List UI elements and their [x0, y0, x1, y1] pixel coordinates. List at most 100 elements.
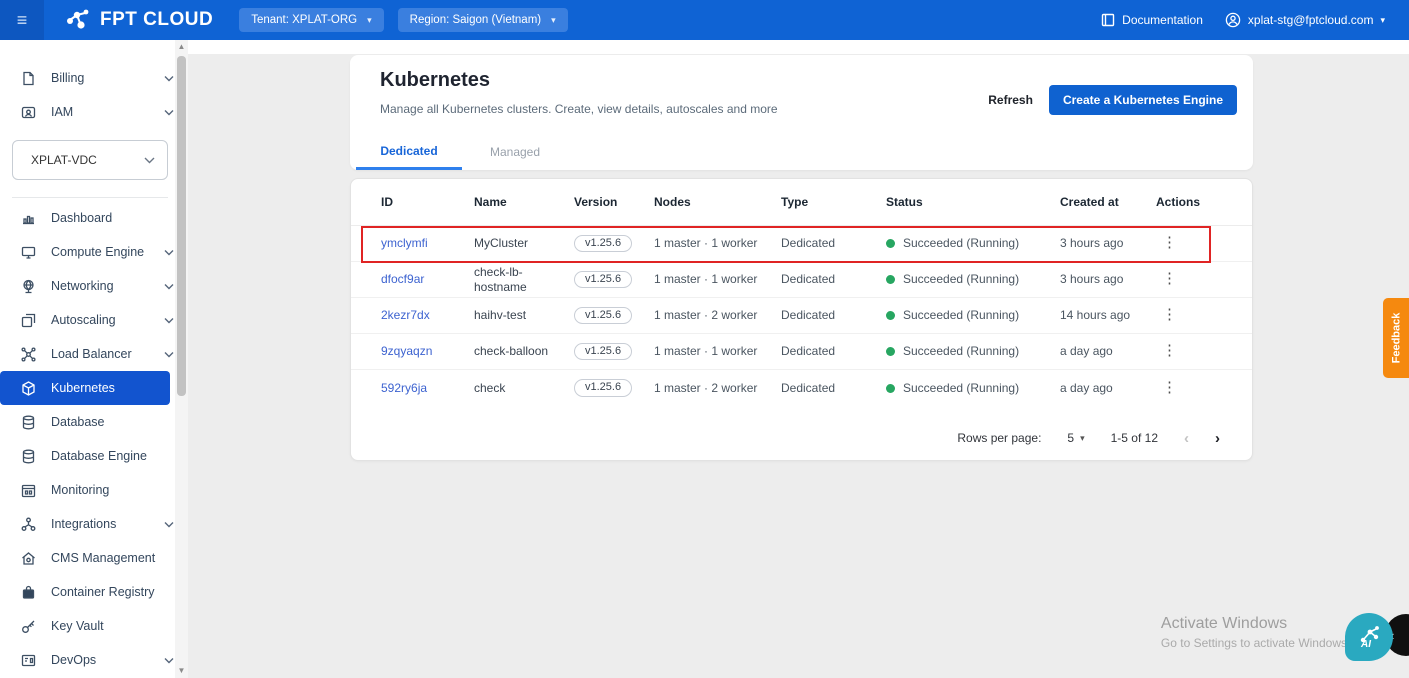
sidebar-item-label: DevOps — [51, 653, 97, 667]
sidebar-item-monitoring[interactable]: Monitoring — [0, 473, 188, 507]
main-content: Kubernetes Manage all Kubernetes cluster… — [188, 40, 1409, 678]
column-header-type: Type — [781, 195, 809, 209]
sidebar-divider — [12, 197, 168, 198]
tenant-dropdown[interactable]: Tenant: XPLAT-ORG ▾ — [239, 8, 384, 32]
status-text: Succeeded (Running) — [903, 344, 1020, 358]
chevron-down-icon: ▾ — [1080, 432, 1085, 443]
chevron-down-icon — [164, 105, 174, 119]
cluster-id-link[interactable]: dfocf9ar — [381, 272, 424, 286]
scroll-up-icon[interactable]: ▲ — [175, 40, 188, 54]
table-row: ymclymfi MyCluster v1.25.6 1 master · 1 … — [351, 226, 1252, 262]
created-at: 3 hours ago — [1060, 272, 1124, 286]
version-badge: v1.25.6 — [574, 306, 633, 325]
refresh-button[interactable]: Refresh — [988, 93, 1033, 107]
sidebar-item-compute-engine[interactable]: Compute Engine — [0, 235, 188, 269]
cluster-id-link[interactable]: ymclymfi — [381, 236, 428, 250]
row-actions-button[interactable]: ⋮ — [1156, 342, 1183, 359]
chevron-down-icon — [164, 517, 174, 531]
sidebar-item-billing[interactable]: Billing — [0, 61, 188, 95]
sidebar-item-key-vault[interactable]: Key Vault — [0, 609, 188, 643]
sidebar-item-networking[interactable]: Networking — [0, 269, 188, 303]
created-at: a day ago — [1060, 380, 1113, 395]
previous-page-button[interactable]: ‹ — [1184, 430, 1189, 447]
cluster-id-link[interactable]: 592ry6ja — [381, 381, 427, 395]
sidebar-item-cms-management[interactable]: CMS Management — [0, 541, 188, 575]
documentation-label: Documentation — [1122, 13, 1203, 27]
sidebar-item-kubernetes[interactable]: Kubernetes — [0, 371, 170, 405]
row-actions-button[interactable]: ⋮ — [1156, 379, 1183, 396]
sidebar-item-load-balancer[interactable]: Load Balancer — [0, 337, 188, 371]
ai-assistant-button[interactable]: AI — [1345, 613, 1393, 661]
chevron-down-icon — [144, 153, 155, 167]
database-icon — [20, 414, 36, 430]
hamburger-icon: ≡ — [16, 10, 28, 30]
user-icon — [1225, 12, 1241, 28]
sidebar-item-database[interactable]: Database — [0, 405, 188, 439]
activate-windows-subtitle: Go to Settings to activate Windows — [1160, 636, 1347, 650]
version-badge: v1.25.6 — [574, 342, 633, 361]
created-at: 14 hours ago — [1060, 308, 1131, 322]
feedback-tab[interactable]: Feedback — [1383, 298, 1409, 378]
key-vault-icon — [20, 618, 36, 634]
column-header-version: Version — [574, 195, 618, 209]
sidebar-item-devops[interactable]: DevOps — [0, 643, 188, 677]
column-header-status: Status — [886, 195, 923, 209]
chevron-down-icon — [164, 653, 174, 667]
vdc-selector[interactable]: XPLAT-VDC — [12, 140, 168, 180]
sidebar-scrollbar[interactable]: ▲ ▼ — [175, 40, 188, 678]
chevron-down-icon — [164, 71, 174, 85]
rows-per-page-label: Rows per page: — [957, 431, 1042, 445]
user-menu[interactable]: xplat-stg@fptcloud.com ▾ — [1225, 12, 1385, 28]
status-dot — [886, 275, 895, 284]
region-label: Region: Saigon (Vietnam) — [409, 14, 542, 26]
networking-icon — [20, 278, 36, 294]
billing-icon — [20, 70, 36, 86]
load-balancer-icon — [20, 346, 36, 362]
status-dot — [886, 347, 895, 356]
cluster-id-link[interactable]: 9zqyaqzn — [381, 344, 432, 358]
rows-per-page-select[interactable]: 5 ▾ — [1067, 431, 1084, 445]
tab-managed[interactable]: Managed — [462, 134, 568, 170]
cms-management-icon — [20, 550, 36, 566]
row-actions-button[interactable]: ⋮ — [1156, 234, 1183, 251]
page-header-panel: Kubernetes Manage all Kubernetes cluster… — [350, 55, 1253, 170]
menu-toggle-button[interactable]: ≡ — [0, 0, 44, 40]
cluster-id-link[interactable]: 2kezr7dx — [381, 308, 430, 322]
scrollbar-thumb[interactable] — [177, 56, 186, 396]
chevron-down-icon — [164, 279, 174, 293]
sidebar-item-label: Monitoring — [51, 483, 110, 497]
cluster-name: check-lb-hostname — [474, 264, 527, 294]
brand-name: FPT CLOUD — [100, 9, 214, 30]
sidebar-item-label: Compute Engine — [51, 245, 145, 259]
cluster-nodes: 1 master · 1 worker — [654, 344, 758, 358]
sidebar-item-label: IAM — [51, 105, 74, 119]
sidebar-item-label: Load Balancer — [51, 347, 132, 361]
status-dot — [886, 311, 895, 320]
create-kubernetes-engine-button[interactable]: Create a Kubernetes Engine — [1048, 85, 1237, 115]
sidebar-item-autoscaling[interactable]: Autoscaling — [0, 303, 188, 337]
sidebar-item-label: Kubernetes — [51, 381, 115, 395]
vdc-selector-value: XPLAT-VDC — [31, 153, 97, 167]
sidebar-item-dashboard[interactable]: Dashboard — [0, 201, 188, 235]
row-actions-button[interactable]: ⋮ — [1156, 270, 1183, 287]
column-header-actions: Actions — [1156, 195, 1201, 209]
clusters-table-card: ID Name Version Nodes Type Status Create… — [350, 178, 1253, 461]
ai-molecule-icon: AI — [1360, 626, 1379, 650]
topbar: ≡ FPT CLOUD Tenant: XPLAT-ORG ▾ Region: … — [0, 0, 1409, 40]
chevron-down-icon: ▾ — [1380, 14, 1385, 25]
next-page-button[interactable]: › — [1215, 430, 1220, 447]
row-actions-button[interactable]: ⋮ — [1156, 306, 1183, 323]
sidebar-item-database-engine[interactable]: Database Engine — [0, 439, 188, 473]
tab-dedicated[interactable]: Dedicated — [356, 134, 462, 170]
book-icon — [1101, 13, 1115, 27]
sidebar-item-container-registry[interactable]: Container Registry — [0, 575, 188, 609]
sidebar-item-integrations[interactable]: Integrations — [0, 507, 188, 541]
autoscaling-icon — [20, 312, 36, 328]
status-dot — [886, 239, 895, 248]
scroll-down-icon[interactable]: ▼ — [175, 664, 188, 678]
sidebar-item-iam[interactable]: IAM — [0, 95, 188, 129]
region-dropdown[interactable]: Region: Saigon (Vietnam) ▾ — [397, 8, 568, 32]
cluster-name: check — [474, 380, 506, 395]
documentation-link[interactable]: Documentation — [1101, 13, 1203, 27]
status-text: Succeeded (Running) — [903, 380, 1020, 395]
